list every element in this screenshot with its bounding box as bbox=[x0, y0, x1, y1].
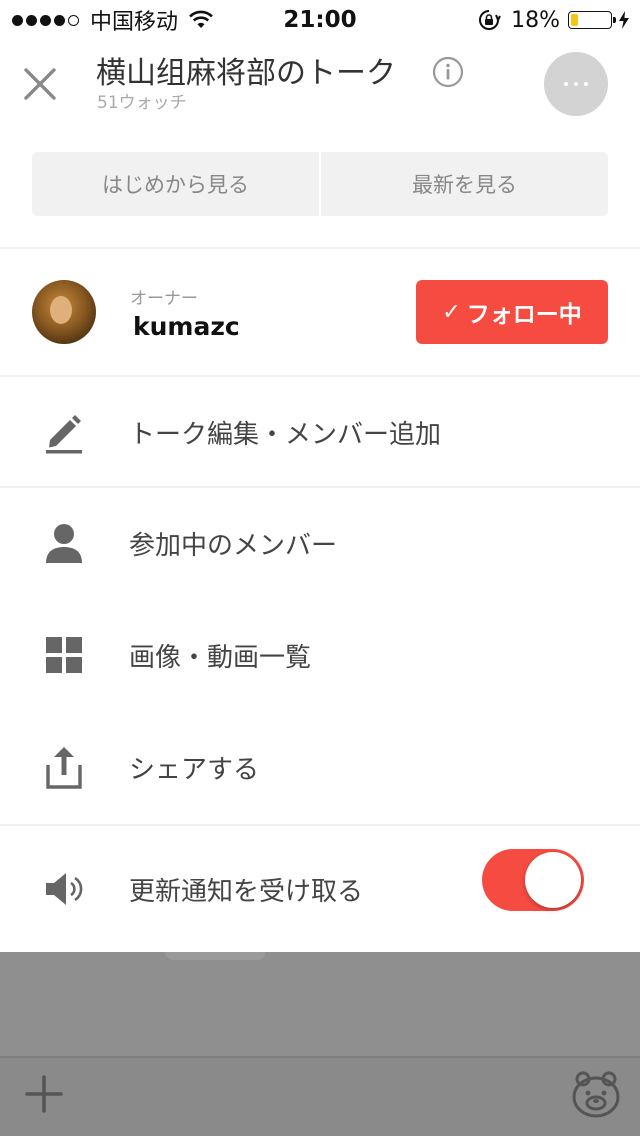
close-icon bbox=[24, 68, 56, 100]
menu-item-edit-talk[interactable]: トーク編集・メンバー追加 bbox=[0, 378, 640, 486]
background-element bbox=[165, 952, 265, 960]
read-mode-segment: はじめから見る 最新を見る bbox=[32, 152, 608, 216]
battery-nub bbox=[613, 17, 616, 23]
dimmed-background[interactable] bbox=[0, 952, 640, 1056]
notify-toggle[interactable] bbox=[482, 849, 584, 911]
menu-label-share: シェアする bbox=[129, 754, 260, 785]
bottom-toolbar bbox=[0, 1056, 640, 1136]
more-button[interactable] bbox=[544, 52, 608, 116]
info-icon bbox=[432, 56, 464, 88]
owner-name[interactable]: kumazc bbox=[133, 312, 240, 341]
battery-level bbox=[571, 14, 578, 26]
page-title: 横山组麻将部のトーク bbox=[96, 56, 396, 91]
battery-percent: 18% bbox=[511, 7, 560, 33]
share-icon bbox=[46, 747, 82, 789]
menu-item-share[interactable]: シェアする bbox=[0, 713, 640, 821]
menu-item-media[interactable]: 画像・動画一覧 bbox=[0, 601, 640, 709]
watch-count: 51ウォッチ bbox=[97, 93, 187, 113]
battery-icon bbox=[568, 11, 616, 29]
more-dot bbox=[584, 82, 588, 86]
status-bar: 中国移动 21:00 18% bbox=[0, 0, 640, 40]
from-start-button[interactable]: はじめから見る bbox=[32, 152, 319, 216]
more-icon bbox=[561, 82, 591, 86]
latest-button[interactable]: 最新を見る bbox=[321, 152, 608, 216]
owner-label: オーナー bbox=[130, 289, 198, 309]
speaker-icon bbox=[46, 873, 83, 905]
talk-header: 横山组麻将部のトーク 51ウォッチ bbox=[0, 40, 640, 136]
close-button[interactable] bbox=[20, 64, 60, 104]
menu-item-notify: 更新通知を受け取る bbox=[0, 827, 640, 951]
grid-icon bbox=[46, 637, 82, 673]
more-dot bbox=[574, 82, 578, 86]
divider bbox=[0, 824, 640, 826]
menu-label-edit: トーク編集・メンバー追加 bbox=[129, 419, 442, 450]
divider bbox=[0, 247, 640, 249]
menu-item-members[interactable]: 参加中のメンバー bbox=[0, 489, 640, 597]
person-icon bbox=[46, 524, 82, 563]
avatar[interactable] bbox=[32, 280, 96, 344]
bear-stamp-icon[interactable] bbox=[570, 1068, 622, 1120]
more-dot bbox=[564, 82, 568, 86]
follow-button[interactable]: ✓ フォロー中 bbox=[416, 280, 608, 344]
divider bbox=[0, 375, 640, 377]
menu-label-members: 参加中のメンバー bbox=[129, 530, 338, 561]
plus-icon[interactable] bbox=[24, 1074, 64, 1114]
menu-label-notify: 更新通知を受け取る bbox=[129, 876, 364, 907]
pencil-icon bbox=[46, 415, 82, 454]
check-icon: ✓ bbox=[442, 299, 461, 325]
menu-label-media: 画像・動画一覧 bbox=[129, 642, 312, 673]
info-button[interactable] bbox=[432, 56, 464, 88]
rotation-lock-icon bbox=[479, 10, 501, 30]
toggle-knob bbox=[525, 852, 581, 908]
avatar-face bbox=[50, 296, 72, 324]
status-right: 18% bbox=[477, 6, 630, 34]
divider bbox=[0, 486, 640, 488]
owner-row: オーナー kumazc ✓ フォロー中 bbox=[0, 250, 640, 374]
follow-label: フォロー中 bbox=[466, 302, 582, 328]
charging-icon bbox=[619, 11, 629, 29]
